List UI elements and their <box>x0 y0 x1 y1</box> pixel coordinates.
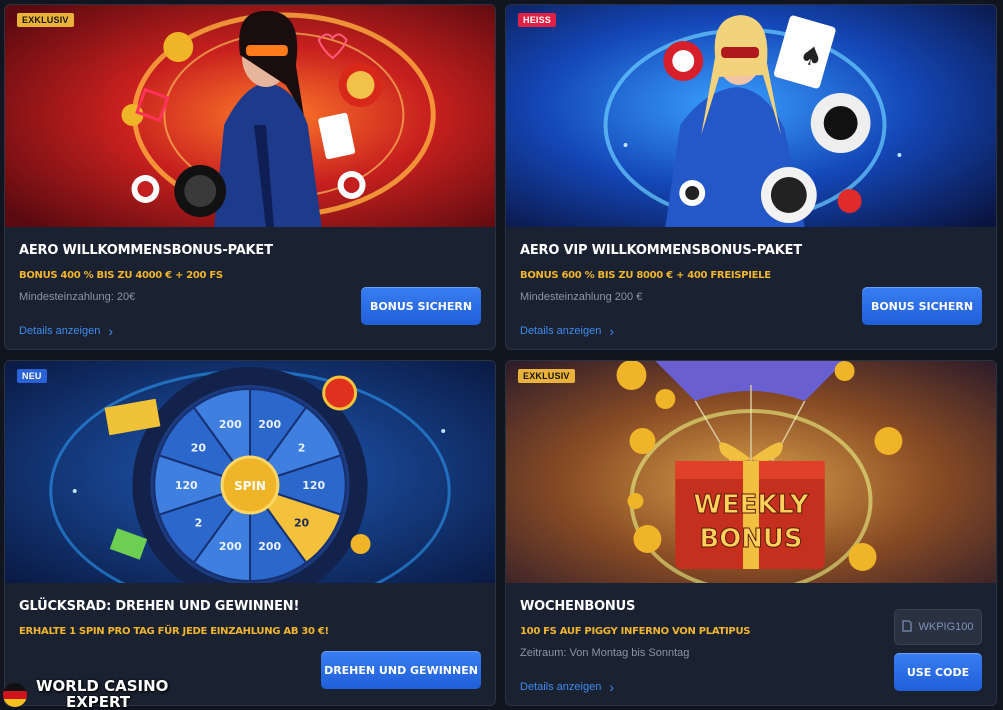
spin-and-win-button[interactable]: DREHEN UND GEWINNEN <box>321 651 481 689</box>
wheel-segment-label: 20 <box>191 441 207 454</box>
promo-banner-image: WEEKLY BONUS EXKLUSIV <box>506 361 996 583</box>
promo-banner-image: 200 2 120 20 200 200 2 120 20 200 SPIN NEU <box>5 361 495 583</box>
promo-title: GLÜCKSRAD: DREHEN UND GEWINNEN! <box>19 599 300 614</box>
claim-bonus-button[interactable]: BONUS SICHERN <box>361 287 481 325</box>
details-link-label: Details anzeigen <box>520 325 602 337</box>
promo-subtitle: BONUS 600 % BIS ZU 8000 € + 400 FREISPIE… <box>520 270 771 281</box>
details-link-label: Details anzeigen <box>520 681 602 693</box>
new-badge: NEU <box>17 369 47 383</box>
wheel-segment-label: 2 <box>298 441 306 454</box>
promo-card-body: WOCHENBONUS 100 FS AUF PIGGY INFERNO VON… <box>506 583 996 705</box>
wheel-segment-label: 200 <box>258 418 281 431</box>
gift-text-weekly: WEEKLY <box>693 490 809 520</box>
promo-card-aero-vip: ♠ HEISS AERO VIP WILLKOMMENSBONUS-PAKET … <box>505 4 997 350</box>
germany-flag-icon <box>3 683 27 707</box>
chevron-right-icon: › <box>609 322 615 339</box>
promo-subtitle: BONUS 400 % BIS ZU 4000 € + 200 FS <box>19 270 223 281</box>
promo-subtitle: ERHALTE 1 SPIN PRO TAG FÜR JEDE EINZAHLU… <box>19 626 329 637</box>
promo-card-aero-welcome: EXKLUSIV AERO WILLKOMMENSBONUS-PAKET BON… <box>4 4 496 350</box>
wheel-segment-label: 200 <box>219 418 242 431</box>
hot-badge: HEISS <box>518 13 557 27</box>
promo-card-wheel-of-fortune: 200 2 120 20 200 200 2 120 20 200 SPIN NEU GLÜCKS… <box>4 360 496 706</box>
promo-banner-image: EXKLUSIV <box>5 5 495 227</box>
promo-code-value: WKPIG100 <box>918 621 974 633</box>
wheel-segment-label: 200 <box>258 540 281 553</box>
promo-title: AERO WILLKOMMENSBONUS-PAKET <box>19 243 273 258</box>
wheel-segment-label: 200 <box>219 540 242 553</box>
exclusive-badge: EXKLUSIV <box>518 369 575 383</box>
promo-code-copy[interactable]: WKPIG100 <box>894 609 982 645</box>
promo-banner-image: ♠ HEISS <box>506 5 996 227</box>
promo-title: AERO VIP WILLKOMMENSBONUS-PAKET <box>520 243 802 258</box>
claim-bonus-button[interactable]: BONUS SICHERN <box>862 287 982 325</box>
promo-card-body: AERO VIP WILLKOMMENSBONUS-PAKET BONUS 60… <box>506 227 996 349</box>
use-code-button[interactable]: USE CODE <box>894 653 982 691</box>
details-link[interactable]: Details anzeigen › <box>520 322 615 339</box>
details-link[interactable]: Details anzeigen › <box>19 322 114 339</box>
wheel-segment-label: 2 <box>195 517 203 530</box>
details-link[interactable]: Details anzeigen › <box>520 678 615 695</box>
wheel-center-label: SPIN <box>234 479 266 493</box>
promo-card-weekly-bonus: WEEKLY BONUS EXKLUSIV WOCHENBONUS 100 FS… <box>505 360 997 706</box>
wheel-segment-label: 120 <box>302 479 325 492</box>
copy-icon <box>902 619 913 635</box>
details-link-label: Details anzeigen <box>19 325 101 337</box>
chevron-right-icon: › <box>108 322 114 339</box>
promotions-grid: EXKLUSIV AERO WILLKOMMENSBONUS-PAKET BON… <box>4 4 997 706</box>
exclusive-badge: EXKLUSIV <box>17 13 74 27</box>
wheel-segment-label: 20 <box>294 517 310 530</box>
watermark-logo: WORLD CASINO EXPERT <box>0 672 200 710</box>
gift-text-bonus: BONUS <box>699 524 802 554</box>
watermark-line2: EXPERT <box>66 693 131 710</box>
wheel-segment-label: 120 <box>175 479 198 492</box>
promo-card-body: AERO WILLKOMMENSBONUS-PAKET BONUS 400 % … <box>5 227 495 349</box>
wheel-illustration: 200 2 120 20 200 200 2 120 20 200 SPIN <box>5 361 495 583</box>
chevron-right-icon: › <box>609 678 615 695</box>
